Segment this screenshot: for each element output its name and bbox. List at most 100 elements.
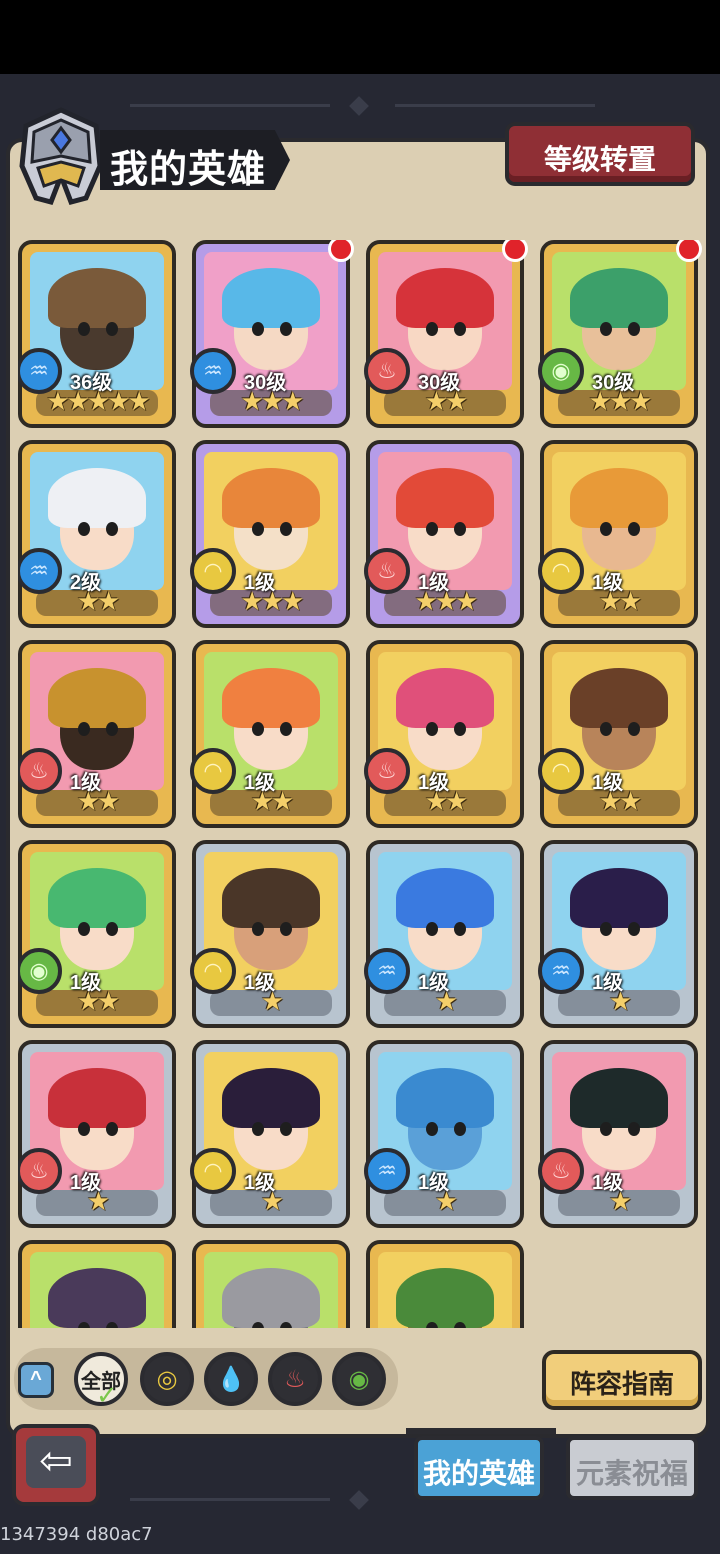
hero-level: 1级 <box>418 1172 450 1194</box>
fire-element-icon: ♨ <box>364 748 410 794</box>
hero-grid[interactable]: ★★★★★ ♒ 36级 ★★★ ♒ 30级 ★★ ♨ 30级 ★★★ ◉ 30级 ★★ ♒ 2级 ★★★ ◠ 1级… <box>18 240 704 1328</box>
hero-eye <box>600 522 612 536</box>
wind-element-icon: ◉ <box>538 348 584 394</box>
hero-card[interactable]: ★★★ ♒ 30级 <box>190 240 354 428</box>
hero-eye <box>628 922 640 936</box>
hero-hair <box>570 668 668 728</box>
water-element-icon: ♒ <box>18 548 62 594</box>
hero-card[interactable]: ★★★ ◠ 1级 <box>190 440 350 628</box>
back-button[interactable]: ⇦ <box>12 1424 100 1506</box>
wind-element-icon: ◉ <box>348 1365 370 1393</box>
hero-card[interactable]: ★ ♨ 1级 <box>18 1040 176 1228</box>
hero-level: 30级 <box>244 372 287 394</box>
hero-card[interactable]: ★★ ♒ 2级 <box>18 440 176 628</box>
hero-eye <box>454 1122 466 1136</box>
hero-hair <box>396 868 494 928</box>
hero-card[interactable]: ★★★★★ ♒ 36级 <box>18 240 176 428</box>
hero-card[interactable]: ★ ♒ 1级 <box>364 840 524 1028</box>
hero-hair <box>570 468 668 528</box>
water-element-icon: ♒ <box>364 1148 410 1194</box>
water-element-icon: ♒ <box>18 348 62 394</box>
hero-eye <box>600 922 612 936</box>
hero-card[interactable]: ★★★ ◉ 30级 <box>538 240 702 428</box>
debug-text: 1347394 d80ac7 <box>0 1524 153 1545</box>
filter-water-button[interactable]: 💧 <box>204 1352 258 1406</box>
hero-card[interactable]: ★★ ♨ 1级 <box>364 640 524 828</box>
hero-hair <box>222 668 320 728</box>
fire-element-icon: ♨ <box>284 1365 306 1393</box>
notification-dot <box>676 240 702 262</box>
tab-element-blessing-label: 元素祝福 <box>575 1458 688 1489</box>
back-arrow-icon: ⇦ <box>26 1436 86 1488</box>
hero-card[interactable]: ★★★ ♨ 1级 <box>364 440 524 628</box>
hero-level: 1级 <box>592 572 624 594</box>
hero-card[interactable] <box>366 1240 524 1328</box>
tab-my-heroes-label: 我的英雄 <box>422 1458 535 1489</box>
hero-hair <box>48 668 146 728</box>
hero-hair <box>222 868 320 928</box>
hero-card[interactable]: ★ ♨ 1级 <box>538 1040 698 1228</box>
hero-hair <box>570 868 668 928</box>
hero-hair <box>48 1068 146 1128</box>
hero-level: 1级 <box>70 772 102 794</box>
hero-hair <box>48 468 146 528</box>
lineup-guide-button[interactable]: 阵容指南 <box>542 1350 702 1410</box>
hero-card[interactable] <box>18 1240 176 1328</box>
hero-eye <box>106 1122 118 1136</box>
tab-my-heroes[interactable]: 我的英雄 <box>406 1428 556 1500</box>
water-element-icon: 💧 <box>216 1365 246 1393</box>
collapse-filter-button[interactable]: ^ <box>18 1362 54 1398</box>
earth-element-icon: ◠ <box>190 548 236 594</box>
hero-card[interactable]: ★ ◠ 1级 <box>190 1040 350 1228</box>
tab-element-blessing[interactable]: 元素祝福 <box>566 1436 698 1500</box>
hero-eye <box>280 1122 292 1136</box>
hero-card[interactable] <box>192 1240 350 1328</box>
filter-earth-button[interactable]: ◎ <box>140 1352 194 1406</box>
hero-eye <box>106 722 118 736</box>
hero-level: 1级 <box>244 572 276 594</box>
hero-level: 1级 <box>592 972 624 994</box>
deco-line <box>395 104 595 107</box>
hero-eye <box>454 922 466 936</box>
hero-eye <box>454 522 466 536</box>
filter-wind-button[interactable]: ◉ <box>332 1352 386 1406</box>
hero-eye <box>600 722 612 736</box>
hero-eye <box>78 322 90 336</box>
hero-portrait <box>378 1252 512 1328</box>
hero-eye <box>426 722 438 736</box>
hero-eye <box>280 722 292 736</box>
fire-element-icon: ♨ <box>364 348 410 394</box>
hero-hair <box>396 268 494 328</box>
hero-eye <box>628 722 640 736</box>
hero-card[interactable]: ★★ ◠ 1级 <box>538 640 698 828</box>
earth-element-icon: ◎ <box>156 1365 178 1393</box>
helmet-icon <box>19 107 103 205</box>
hero-portrait <box>30 1252 164 1328</box>
page-title: 我的英雄 <box>110 149 267 191</box>
level-reset-button[interactable]: 等级转置 <box>505 122 695 186</box>
hero-eye <box>454 722 466 736</box>
hero-eye <box>628 1122 640 1136</box>
filter-fire-button[interactable]: ♨ <box>268 1352 322 1406</box>
hero-card[interactable]: ★★ ♨ 30级 <box>364 240 528 428</box>
hero-eye <box>454 322 466 336</box>
hero-card[interactable]: ★ ♒ 1级 <box>364 1040 524 1228</box>
hero-hair <box>570 1068 668 1128</box>
earth-element-icon: ◠ <box>190 1148 236 1194</box>
hero-hair <box>396 668 494 728</box>
water-element-icon: ♒ <box>190 348 236 394</box>
hero-hair <box>396 1068 494 1128</box>
hero-eye <box>78 522 90 536</box>
hero-level: 2级 <box>70 572 102 594</box>
hero-card[interactable]: ★★ ♨ 1级 <box>18 640 176 828</box>
hero-card[interactable]: ★★ ◉ 1级 <box>18 840 176 1028</box>
hero-card[interactable]: ★★ ◠ 1级 <box>538 440 698 628</box>
hero-card[interactable]: ★★ ◠ 1级 <box>190 640 350 828</box>
hero-card[interactable]: ★ ◠ 1级 <box>190 840 350 1028</box>
hero-hair <box>222 1268 320 1328</box>
deco-diamond <box>349 1490 369 1510</box>
water-element-icon: ♒ <box>538 948 584 994</box>
hero-card[interactable]: ★ ♒ 1级 <box>538 840 698 1028</box>
earth-element-icon: ◠ <box>538 748 584 794</box>
hero-eye <box>78 922 90 936</box>
